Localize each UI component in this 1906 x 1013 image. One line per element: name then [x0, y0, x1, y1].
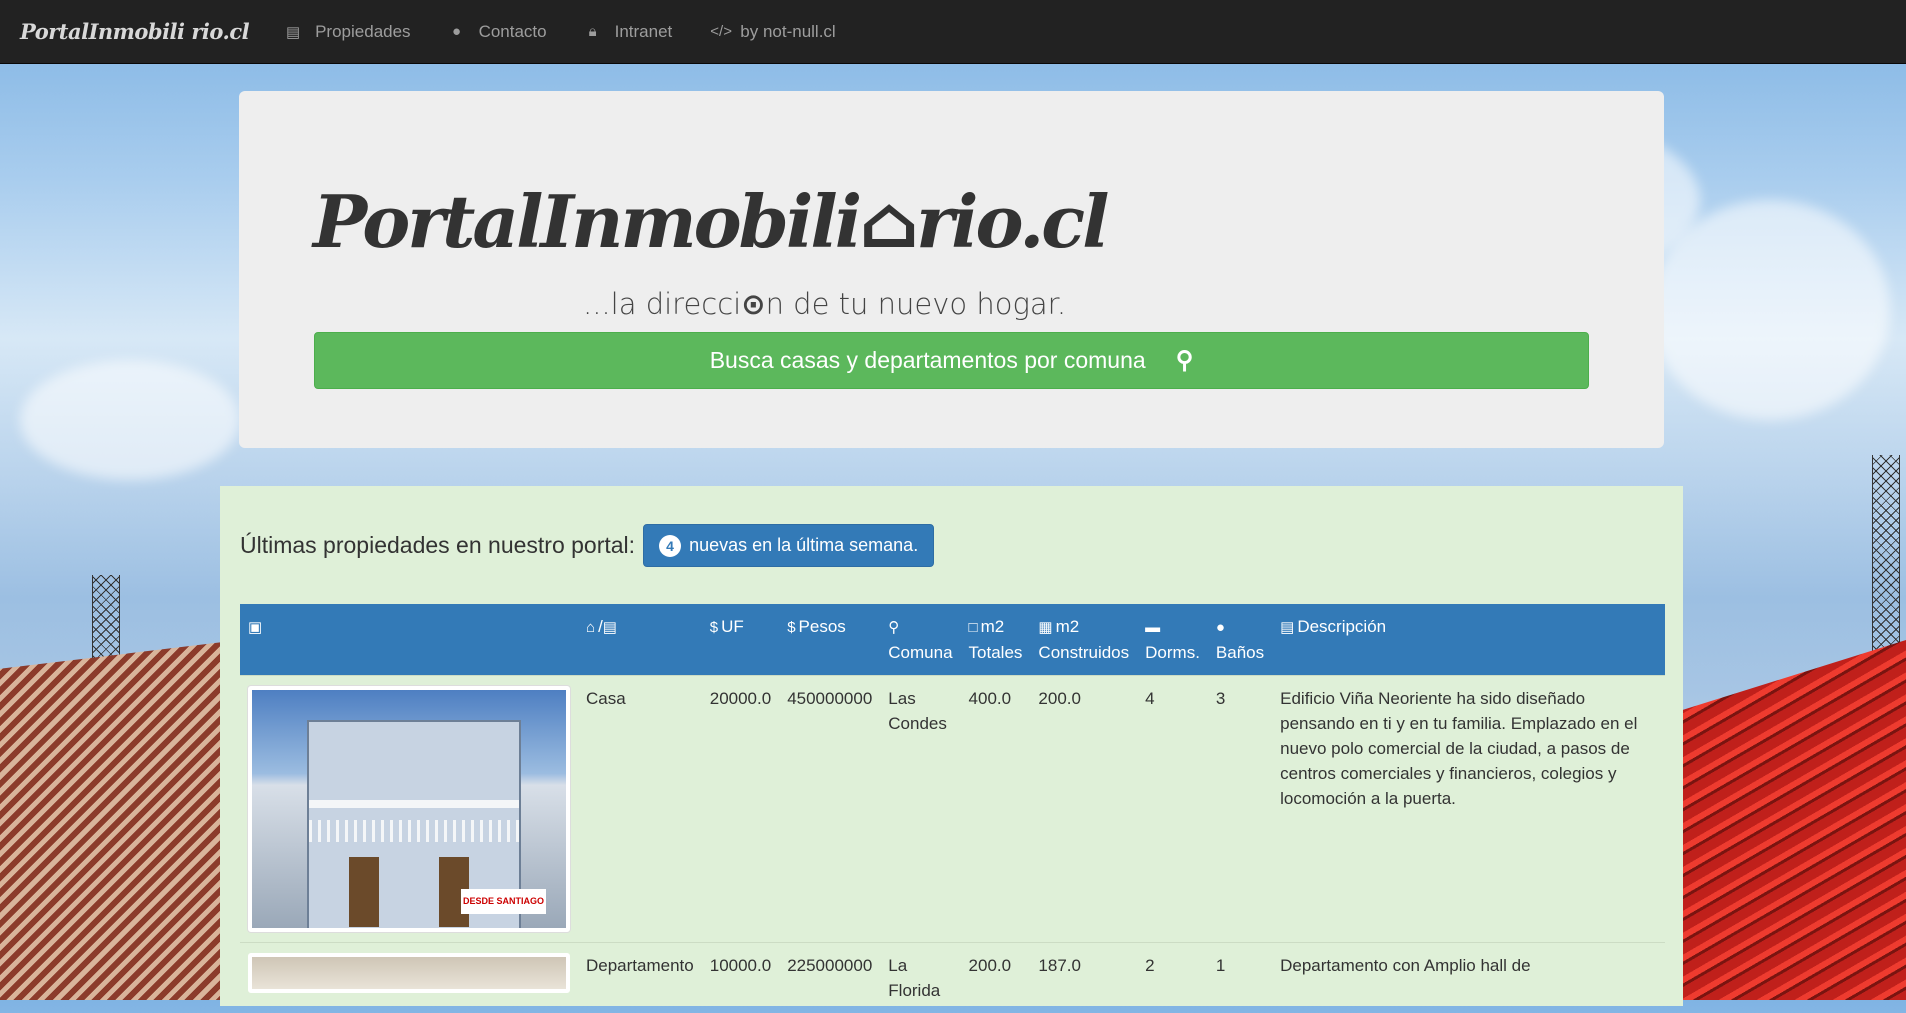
latest-properties-panel: Últimas propiedades en nuestro portal: 4… [220, 486, 1683, 1006]
cell-uf: 20000.0 [702, 676, 779, 943]
cell-tipo: Departamento [578, 943, 702, 1013]
col-pesos: $Pesos [779, 604, 880, 676]
cell-comuna: Las Condes [880, 676, 960, 943]
navbar-brand[interactable]: PortalInmobili rio.cl [20, 19, 249, 44]
lock-icon: 🔒︎ [585, 23, 601, 40]
table-row[interactable]: Departamento 10000.0 225000000 La Florid… [240, 943, 1665, 1013]
cell-m2-construidos: 200.0 [1030, 676, 1137, 943]
header-m2: m2 [1056, 617, 1080, 636]
building-icon: ▤ [603, 619, 617, 636]
header-pesos: Pesos [799, 617, 846, 636]
background-cloud [20, 360, 240, 480]
roof-left [0, 640, 240, 1000]
cell-pesos: 450000000 [779, 676, 880, 943]
background-cloud [1650, 200, 1890, 420]
cell-pesos: 225000000 [779, 943, 880, 1013]
code-icon: </> [710, 23, 726, 40]
cell-image: DESDE SANTIAGO [240, 676, 578, 943]
tagline-left: ...la direcci [583, 287, 741, 321]
header-descripcion: Descripción [1297, 617, 1386, 636]
properties-table: ▣ ⌂/▤ $UF $Pesos ⚲Comuna □m2Totales ▦m2C… [240, 604, 1665, 1013]
col-comuna: ⚲ Comuna [880, 604, 960, 676]
hero-logo: PortalInmobili⌂rio.cl [313, 179, 1106, 264]
col-tipo: ⌂/▤ [578, 604, 702, 676]
bed-icon: ▬ [1145, 619, 1160, 636]
navbar: PortalInmobili rio.cl ▤ Propiedades ● Co… [0, 0, 1906, 64]
header-comuna: Comuna [888, 643, 952, 662]
latest-header: Últimas propiedades en nuestro portal: 4… [240, 524, 934, 567]
building-icon: ▤ [285, 23, 301, 41]
search-icon: ⚲ [1176, 346, 1194, 375]
col-uf: $UF [702, 604, 779, 676]
nav-item-not-null[interactable]: </> by not-null.cl [710, 22, 835, 42]
cell-tipo: Casa [578, 676, 702, 943]
square-icon: □ [969, 619, 978, 636]
search-by-comuna-button[interactable]: Busca casas y departamentos por comuna ⚲ [314, 332, 1589, 389]
map-marker-icon: ⚲ [888, 619, 899, 636]
header-m2: m2 [981, 617, 1005, 636]
nav-item-label: Propiedades [315, 22, 410, 42]
new-count-badge: 4 [659, 535, 681, 557]
header-banos: Baños [1216, 643, 1264, 662]
header-construidos: Construidos [1038, 643, 1129, 662]
cell-m2-totales: 200.0 [961, 943, 1031, 1013]
roof-right [1676, 640, 1906, 1000]
header-totales: Totales [969, 643, 1023, 662]
dollar-icon: $ [787, 619, 795, 636]
cell-dorms: 2 [1137, 943, 1208, 1013]
cell-descripcion: Edificio Viña Neoriente ha sido diseñado… [1272, 676, 1665, 943]
grid-icon: ▦ [1038, 619, 1052, 636]
new-count-label: nuevas en la última semana. [689, 535, 918, 556]
cell-banos: 3 [1208, 676, 1272, 943]
tagline-right: n de tu nuevo hogar. [766, 287, 1067, 321]
cell-uf: 10000.0 [702, 943, 779, 1013]
comments-icon: ● [449, 23, 465, 40]
latest-title: Últimas propiedades en nuestro portal: [240, 532, 635, 559]
col-m2-construidos: ▦m2 Construidos [1030, 604, 1137, 676]
property-thumbnail[interactable] [248, 953, 570, 993]
nav-item-intranet[interactable]: 🔒︎ Intranet [585, 22, 673, 42]
col-banos: ● Baños [1208, 604, 1272, 676]
cell-image [240, 943, 578, 1013]
picture-icon: ▣ [248, 619, 262, 636]
compass-icon: ⊙ [741, 287, 765, 321]
cell-banos: 1 [1208, 943, 1272, 1013]
table-header-row: ▣ ⌂/▤ $UF $Pesos ⚲Comuna □m2Totales ▦m2C… [240, 604, 1665, 676]
nav-item-label: Contacto [479, 22, 547, 42]
tint-icon: ● [1216, 619, 1225, 636]
nav-item-propiedades[interactable]: ▤ Propiedades [285, 22, 410, 42]
nav-item-label: Intranet [615, 22, 673, 42]
col-dorms: ▬ Dorms. [1137, 604, 1208, 676]
dollar-icon: $ [710, 619, 718, 636]
col-m2-totales: □m2 Totales [961, 604, 1031, 676]
header-uf: UF [721, 617, 744, 636]
logo-text-right: rio.cl [916, 179, 1106, 264]
nav-item-contacto[interactable]: ● Contacto [449, 22, 547, 42]
property-thumbnail[interactable]: DESDE SANTIAGO [248, 686, 570, 932]
cell-comuna: La Florida [880, 943, 960, 1013]
table-row[interactable]: DESDE SANTIAGO Casa 20000.0 450000000 La… [240, 676, 1665, 943]
col-image: ▣ [240, 604, 578, 676]
cell-descripcion: Departamento con Amplio hall de [1272, 943, 1665, 1013]
home-icon: ⌂ [586, 619, 595, 636]
newspaper-icon: ▤ [1280, 619, 1294, 636]
logo-text-left: PortalInmobili [313, 179, 859, 264]
header-dorms: Dorms. [1145, 643, 1200, 662]
hero-jumbotron: PortalInmobili⌂rio.cl ...la direcci⊙n de… [239, 91, 1664, 448]
cell-m2-construidos: 187.0 [1030, 943, 1137, 1013]
home-icon: ⌂ [859, 179, 916, 264]
cell-m2-totales: 400.0 [961, 676, 1031, 943]
nav-item-label: by not-null.cl [740, 22, 835, 42]
search-button-label: Busca casas y departamentos por comuna [710, 347, 1146, 374]
col-descripcion: ▤Descripción [1272, 604, 1665, 676]
hero-tagline: ...la direcci⊙n de tu nuevo hogar. [583, 287, 1066, 321]
photo-watermark: DESDE SANTIAGO [461, 889, 546, 914]
new-this-week-button[interactable]: 4 nuevas en la última semana. [643, 524, 934, 567]
cell-dorms: 4 [1137, 676, 1208, 943]
